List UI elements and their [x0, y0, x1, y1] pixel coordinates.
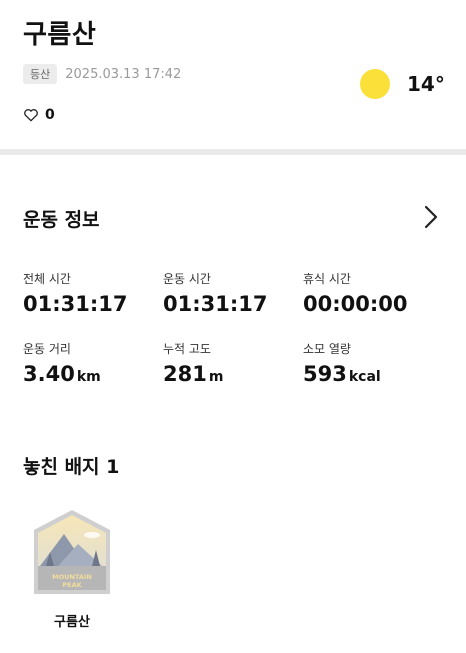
chevron-right-icon[interactable]: [420, 203, 442, 231]
exercise-info-title: 운동 정보: [23, 209, 100, 231]
sun-icon: [360, 69, 390, 99]
stat-calories: 소모 열량 593 kcal: [303, 340, 381, 386]
like-button[interactable]: 0: [23, 107, 55, 123]
missed-badges-title: 놓친 배지 1: [23, 456, 120, 478]
stat-elevation-gain: 누적 고도 281 m: [163, 340, 223, 386]
stat-label: 휴식 시간: [303, 272, 351, 286]
page-title: 구름산: [23, 20, 97, 50]
stat-exercise-time: 운동 시간 01:31:17: [163, 270, 267, 316]
temperature: 14°: [407, 72, 445, 96]
stat-label: 소모 열량: [303, 342, 351, 356]
stat-label: 누적 고도: [163, 342, 211, 356]
weather-widget: 14°: [360, 69, 445, 99]
activity-datetime: 2025.03.13 17:42: [65, 66, 182, 82]
stat-value: 01:31:17: [163, 292, 268, 316]
like-count: 0: [45, 107, 55, 123]
stat-label: 운동 시간: [163, 272, 211, 286]
stat-value: 01:31:17: [23, 292, 128, 316]
stat-value: 3.40 km: [23, 362, 101, 386]
stat-value: 00:00:00: [303, 292, 408, 316]
heart-icon: [24, 109, 38, 122]
badge-name: 구름산: [54, 615, 90, 630]
section-divider: [0, 149, 466, 155]
meta-row: 등산 2025.03.13 17:42: [23, 64, 181, 84]
svg-text:PEAK: PEAK: [62, 581, 82, 589]
stat-total-time: 전체 시간 01:31:17: [23, 270, 127, 316]
stat-value: 593 kcal: [303, 362, 381, 386]
stat-value: 281 m: [163, 362, 224, 386]
stat-label: 운동 거리: [23, 342, 71, 356]
badge-image-text: MOUNTAIN: [52, 573, 92, 581]
stat-rest-time: 휴식 시간 00:00:00: [303, 270, 407, 316]
stat-distance: 운동 거리 3.40 km: [23, 340, 101, 386]
category-badge: 등산: [23, 64, 58, 84]
mountain-peak-badge-image[interactable]: MOUNTAIN PEAK: [32, 508, 112, 596]
stat-label: 전체 시간: [23, 272, 71, 286]
